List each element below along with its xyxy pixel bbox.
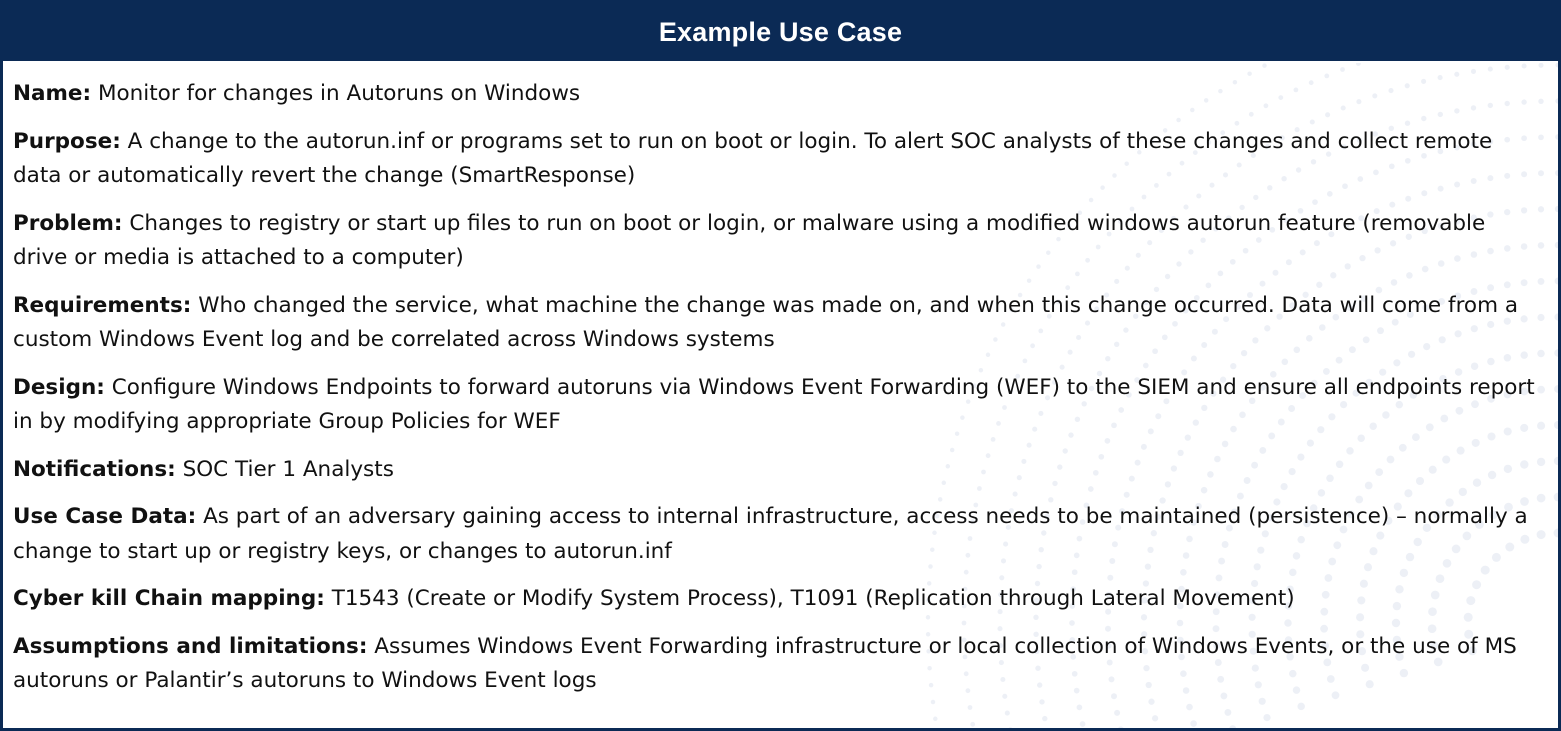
field-label: Design: <box>13 374 105 400</box>
field-label: Cyber kill Chain mapping: <box>13 586 325 611</box>
card-title: Example Use Case <box>658 16 903 47</box>
field-problem: Problem: Changes to registry or start up… <box>13 207 1536 276</box>
field-assumptions: Assumptions and limitations: Assumes Win… <box>13 630 1536 699</box>
field-value: Configure Windows Endpoints to forward a… <box>13 374 1535 435</box>
field-purpose: Purpose: A change to the autorun.inf or … <box>13 125 1536 194</box>
field-label: Problem: <box>13 210 123 236</box>
field-name: Name: Monitor for changes in Autoruns on… <box>13 77 1536 112</box>
field-requirements: Requirements: Who changed the service, w… <box>13 289 1536 358</box>
field-kill-chain-mapping: Cyber kill Chain mapping: T1543 (Create … <box>13 582 1536 617</box>
card-header: Example Use Case <box>3 3 1558 61</box>
field-value: Changes to registry or start up files to… <box>13 210 1486 271</box>
field-value: As part of an adversary gaining access t… <box>13 504 1528 564</box>
field-label: Purpose: <box>13 128 121 154</box>
field-label: Use Case Data: <box>13 504 197 529</box>
field-label: Assumptions and limitations: <box>13 633 368 659</box>
field-notifications: Notifications: SOC Tier 1 Analysts <box>13 453 1536 488</box>
field-value: Monitor for changes in Autoruns on Windo… <box>97 81 581 106</box>
field-use-case-data: Use Case Data: As part of an adversary g… <box>13 500 1536 569</box>
field-label: Name: <box>13 81 92 106</box>
field-label: Requirements: <box>13 292 192 318</box>
field-value: T1543 (Create or Modify System Process),… <box>331 586 1295 611</box>
field-design: Design: Configure Windows Endpoints to f… <box>13 371 1536 440</box>
field-value: A change to the autorun.inf or programs … <box>13 128 1493 189</box>
use-case-card: Example Use Case Name: Monitor for chang… <box>0 0 1561 731</box>
field-value: Who changed the service, what machine th… <box>13 292 1519 353</box>
field-label: Notifications: <box>13 456 176 482</box>
field-value: SOC Tier 1 Analysts <box>182 456 394 482</box>
card-body: Name: Monitor for changes in Autoruns on… <box>3 61 1558 699</box>
